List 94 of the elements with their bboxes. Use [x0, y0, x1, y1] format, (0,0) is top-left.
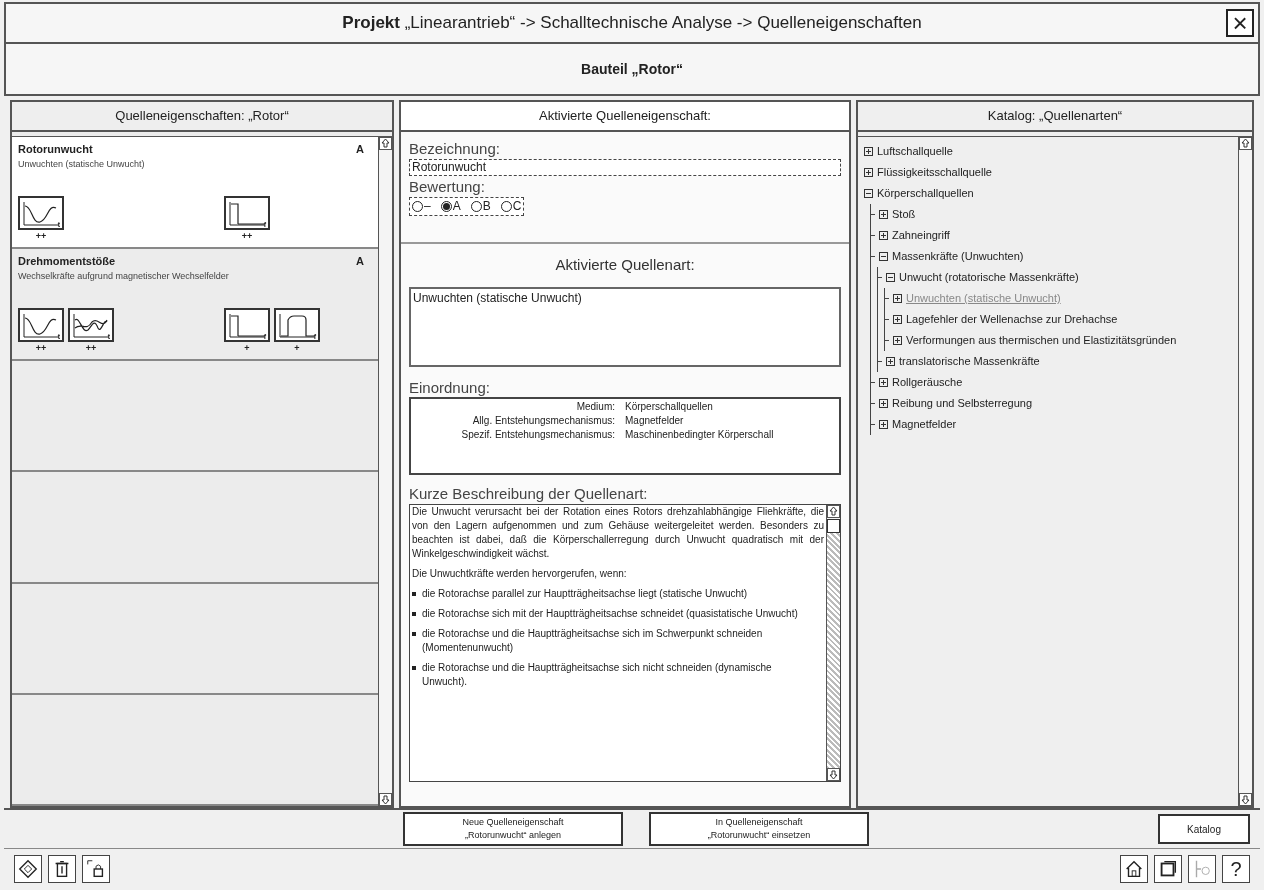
bullet-text: die Rotorachse sich mit der Hauptträgheitsachse schneidet (quasistatische Unwucht) — [422, 607, 798, 621]
minus-box-icon[interactable] — [864, 189, 873, 198]
field-label: Bewertung: — [409, 177, 486, 197]
name-field[interactable]: Rotorunwucht — [409, 158, 841, 176]
tree-item[interactable]: Luftschallquelle — [877, 143, 953, 160]
scroll-up-icon[interactable] — [827, 505, 840, 518]
classification-value: Maschinenbedingter Körperschall — [625, 428, 775, 443]
plus-box-icon[interactable] — [893, 294, 902, 303]
radio-label: A — [452, 198, 461, 215]
field-label: Bezeichnung: — [409, 140, 501, 159]
rating-text: ++ — [35, 344, 47, 353]
section-label: Kurze Beschreibung der Quellenart: — [409, 485, 649, 504]
plus-box-icon[interactable] — [879, 210, 888, 219]
bullet-icon — [412, 612, 416, 616]
radio-button[interactable] — [412, 200, 423, 212]
classification-label: Spezif. Entstehungsmechanismus: — [460, 428, 615, 443]
plus-box-icon[interactable] — [886, 357, 895, 366]
bullet-icon — [412, 632, 416, 636]
plus-box-icon[interactable] — [879, 378, 888, 387]
radio-button[interactable] — [500, 200, 512, 212]
window-title: Projekt „Linearantrieb“ -> Schalltechnische Analyse -> Quelleneigenschaften — [342, 12, 922, 35]
scrollbar[interactable] — [826, 505, 840, 781]
scrollbar[interactable] — [1238, 137, 1252, 806]
plus-box-icon[interactable] — [879, 420, 888, 429]
classification-value: Körperschallquellen — [625, 400, 714, 415]
description-paragraph: Die Unwucht verursacht bei der Rotation eines Rotors drehzahlabhängige Fliehkräfte, die von den Lagern aufgenommen und zum Gehäuse weitergeleitet werden. Besonders zu beachten ist dabei, daß die Körperschallerregung durch Unwucht quadratisch mit der Winkelgeschwindigkeit wächst. — [412, 505, 824, 561]
minus-box-icon[interactable] — [886, 273, 895, 282]
tree-item[interactable]: translatorische Massenkräfte — [899, 353, 1040, 370]
item-description: Unwuchten (statische Unwucht) — [18, 157, 146, 171]
lock-button[interactable] — [82, 854, 110, 883]
action-button[interactable]: Neue Quelleneigenschaft „Rotorunwucht“ anlegen — [403, 812, 623, 846]
rating-label: A — [356, 142, 364, 157]
tree-item[interactable]: Massenkräfte (Unwuchten) — [892, 248, 1024, 265]
plus-box-icon[interactable] — [879, 231, 888, 240]
rating-text: + — [244, 344, 250, 353]
panel-header: Aktivierte Quelleneigenschaft: — [401, 102, 849, 132]
scroll-down-icon[interactable] — [1239, 793, 1252, 806]
classification-value: Magnetfelder — [625, 414, 685, 429]
radio-button[interactable] — [440, 200, 452, 212]
plus-box-icon[interactable] — [893, 315, 902, 324]
bullet-text: die Rotorachse und die Hauptträgheitsachse sich nicht schneiden (dynamische Unwucht). — [422, 661, 773, 689]
tree-item[interactable]: Unwucht (rotatorische Massenkräfte) — [899, 269, 1079, 286]
radio-label: – — [424, 198, 431, 215]
rating-label: A — [356, 254, 364, 269]
plus-box-icon[interactable] — [864, 147, 873, 156]
bullet-icon — [412, 592, 416, 596]
plus-box-icon[interactable] — [893, 336, 902, 345]
help-button[interactable]: ? — [1222, 854, 1250, 883]
tree-item[interactable]: Stoß — [892, 206, 916, 223]
item-title: Drehmomentstöße — [18, 254, 116, 269]
tag-button[interactable] — [14, 854, 42, 883]
rating-text: ++ — [241, 232, 253, 241]
scroll-thumb[interactable] — [827, 519, 840, 533]
bullet-icon — [412, 666, 416, 670]
tree-item[interactable]: Magnetfelder — [892, 416, 957, 433]
scroll-up-icon[interactable] — [1239, 137, 1252, 150]
source-type-field: Unwuchten (statische Unwucht) — [409, 286, 841, 367]
classification-label: Medium: — [575, 400, 615, 415]
tree-item[interactable]: Rollgeräusche — [892, 374, 963, 391]
tree-item[interactable]: Verformungen aus thermischen und Elastizitätsgründen — [906, 332, 1177, 349]
tree-item[interactable]: Körperschallquellen — [877, 185, 974, 202]
action-button[interactable]: In Quelleneigenschaft „Rotorunwucht“ einsetzen — [649, 812, 869, 846]
plus-box-icon[interactable] — [879, 399, 888, 408]
tree-item[interactable]: Zahneingriff — [892, 227, 950, 244]
rating-text: + — [294, 344, 300, 353]
tree-item[interactable]: Lagefehler der Wellenachse zur Drehachse — [906, 311, 1118, 328]
radio-label: B — [482, 198, 491, 215]
tree-item[interactable]: Reibung und Selbsterregung — [892, 395, 1033, 412]
rating-text: ++ — [85, 344, 97, 353]
catalog-button[interactable]: Katalog — [1158, 814, 1250, 844]
radio-button[interactable] — [470, 200, 482, 212]
scroll-down-icon[interactable] — [379, 793, 392, 806]
rating-text: ++ — [35, 232, 47, 241]
page-button[interactable] — [1154, 854, 1182, 883]
item-description: Wechselkräfte aufgrund magnetischer Wechselfelder — [18, 269, 230, 283]
plus-box-icon[interactable] — [864, 168, 873, 177]
bullet-text: die Rotorachse und die Hauptträgheitsachse sich im Schwerpunkt schneiden (Momentenunwucht) — [422, 627, 764, 655]
scroll-down-icon[interactable] — [827, 768, 840, 781]
home-button[interactable] — [1120, 854, 1148, 883]
minus-box-icon[interactable] — [879, 252, 888, 261]
tree-item[interactable]: Flüssigkeitsschallquelle — [877, 164, 992, 181]
description-paragraph: Die Unwuchtkräfte werden hervorgerufen, wenn: — [412, 567, 628, 581]
trash-button[interactable] — [48, 854, 76, 883]
section-label: Einordnung: — [409, 378, 491, 398]
close-button[interactable]: × — [1226, 9, 1254, 37]
classification-label: Allg. Entstehungsmechanismus: — [471, 414, 615, 429]
scroll-up-icon[interactable] — [379, 137, 392, 150]
radio-label: C — [512, 198, 522, 215]
panel-header: Katalog: „Quellenarten“ — [858, 102, 1252, 132]
scrollbar[interactable] — [378, 137, 392, 806]
section-heading: Aktivierte Quellenart: — [554, 255, 696, 275]
bullet-text: die Rotorachse parallel zur Hauptträgheitsachse liegt (statische Unwucht) — [422, 587, 748, 601]
item-title: Rotorunwucht — [18, 142, 93, 157]
component-title: Bauteil „Rotor“ — [581, 59, 683, 79]
